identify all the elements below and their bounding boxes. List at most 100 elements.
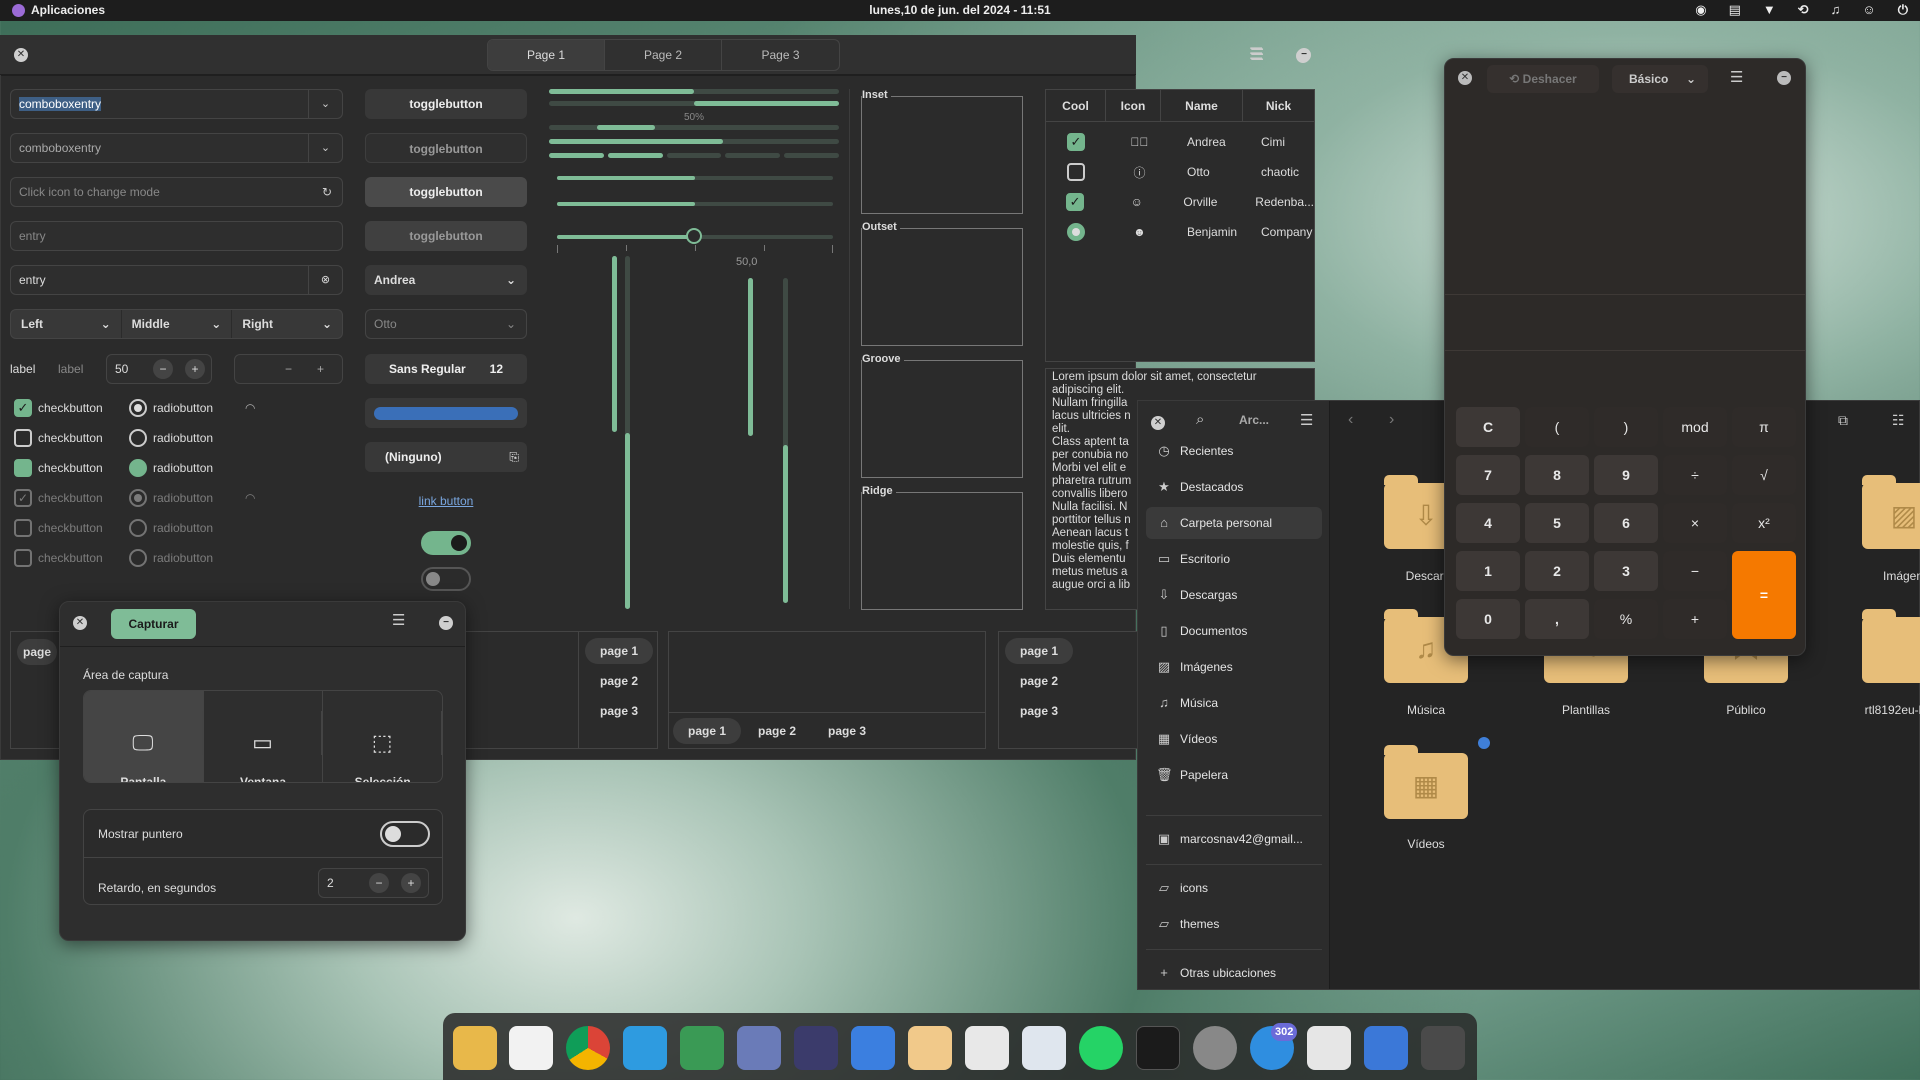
column-icon[interactable]: Icon xyxy=(1106,90,1161,121)
calculator-dock-icon[interactable] xyxy=(1421,1026,1465,1070)
key-open-paren[interactable]: ( xyxy=(1525,407,1589,447)
tab-page-1[interactable]: page 1 xyxy=(673,718,741,744)
key-subtract[interactable]: − xyxy=(1663,551,1727,591)
key-equals[interactable]: = xyxy=(1732,551,1796,639)
align-left-button[interactable]: Left ⌄ xyxy=(11,310,122,338)
notes-tray-icon[interactable]: ▤ xyxy=(1729,2,1741,18)
tab-page-2[interactable]: page 2 xyxy=(585,668,653,694)
mail-dock-icon[interactable] xyxy=(908,1026,952,1070)
file-chooser-button[interactable]: (Ninguno) ⎘ xyxy=(365,442,527,472)
align-middle-button[interactable]: Middle ⌄ xyxy=(122,310,233,338)
sidebar-item-videos[interactable]: ▦ Vídeos xyxy=(1146,723,1322,755)
key-7[interactable]: 7 xyxy=(1456,455,1520,495)
scale-2[interactable] xyxy=(557,202,833,206)
scale-1[interactable] xyxy=(557,176,833,180)
calc-entry[interactable] xyxy=(1445,295,1805,351)
capture-button[interactable]: Capturar xyxy=(111,609,196,639)
show-pointer-switch[interactable] xyxy=(380,821,430,847)
tab-page-3[interactable]: page 3 xyxy=(1005,698,1073,724)
font-button[interactable]: Sans Regular 12 xyxy=(365,354,527,384)
refresh-icon[interactable]: ↻ xyxy=(322,178,332,206)
menu-icon[interactable]: ☰ xyxy=(1249,44,1263,64)
sidebar-item-escritorio[interactable]: ▭ Escritorio xyxy=(1146,543,1322,575)
checkbutton-row-2[interactable]: checkbutton xyxy=(14,429,103,447)
link-button[interactable]: link button xyxy=(365,494,527,508)
view-toggle-icon[interactable]: ⧉ xyxy=(1838,412,1848,429)
mode-window-button[interactable]: ▭ Ventana xyxy=(204,691,324,782)
clear-icon[interactable]: ⊗ xyxy=(308,266,342,294)
tree-row[interactable]: ⓘ Otto chaotic xyxy=(1046,160,1314,184)
tab-page-3[interactable]: page 3 xyxy=(585,698,653,724)
tab-page-3[interactable]: page 3 xyxy=(813,718,881,744)
togglebutton-2[interactable]: togglebutton xyxy=(365,133,527,163)
color-button[interactable] xyxy=(365,398,527,428)
tree-row[interactable]: ✓ ☺ Orville Redenba... xyxy=(1046,190,1314,214)
sidebar-item-account[interactable]: ▣ marcosnav42@gmail... xyxy=(1146,823,1322,855)
power-icon[interactable]: ⏻ xyxy=(1898,2,1908,18)
sync-icon[interactable]: ⟲ xyxy=(1798,2,1809,18)
mode-selector[interactable]: Básico ⌄ xyxy=(1612,65,1708,93)
vscale-1[interactable] xyxy=(612,256,617,432)
clock[interactable]: lunes,10 de jun. del 2024 - 11:51 xyxy=(0,3,1920,17)
combobox-entry-1[interactable]: comboboxentry ⌄ xyxy=(10,89,343,119)
tab-page-2[interactable]: page 2 xyxy=(743,718,811,744)
sidebar-item-carpeta-personal[interactable]: ⌂ Carpeta personal xyxy=(1146,507,1322,539)
radiobutton-row-2[interactable]: radiobutton xyxy=(129,429,213,447)
tab-page-2[interactable]: page 2 xyxy=(1005,668,1073,694)
key-5[interactable]: 5 xyxy=(1525,503,1589,543)
sidebar-item-destacados[interactable]: ★ Destacados xyxy=(1146,471,1322,503)
minimize-icon[interactable]: − xyxy=(439,616,453,630)
whatsapp-dock-icon[interactable] xyxy=(1079,1026,1123,1070)
vscale-3[interactable] xyxy=(748,278,753,436)
sidebar-item-icons[interactable]: ▱ icons xyxy=(1146,872,1322,904)
close-icon[interactable]: ✕ xyxy=(14,48,28,62)
user-icon[interactable]: ☺ xyxy=(1862,2,1875,18)
increment-icon[interactable]: + xyxy=(317,355,324,383)
spin-button-empty[interactable]: − + xyxy=(234,354,343,384)
system-monitor-dock-icon[interactable] xyxy=(1307,1026,1351,1070)
calendar-dock-icon[interactable] xyxy=(965,1026,1009,1070)
column-cool[interactable]: Cool xyxy=(1046,90,1106,121)
radiobutton-row-1[interactable]: radiobutton ◠ xyxy=(129,399,256,417)
increment-icon[interactable]: + xyxy=(185,359,205,379)
menu-icon[interactable]: ☰ xyxy=(1730,68,1743,86)
menu-icon[interactable]: ☰ xyxy=(392,611,405,629)
tab-page-3[interactable]: Page 3 xyxy=(722,40,839,70)
store-dock-icon[interactable] xyxy=(509,1026,553,1070)
sidebar-item-recientes[interactable]: ◷ Recientes xyxy=(1146,435,1322,467)
combobox-entry-2[interactable]: comboboxentry ⌄ xyxy=(10,133,343,163)
spin-button[interactable]: 50 − + xyxy=(106,354,212,384)
spreadsheet-dock-icon[interactable] xyxy=(680,1026,724,1070)
radiobutton-row-3[interactable]: radiobutton xyxy=(129,459,213,477)
close-icon[interactable]: ✕ xyxy=(1151,416,1165,430)
settings-dock-icon[interactable] xyxy=(1193,1026,1237,1070)
list-view-icon[interactable]: ☷ xyxy=(1892,412,1905,429)
tab-page-1[interactable]: page 1 xyxy=(585,638,653,664)
chevron-down-icon[interactable]: ⌄ xyxy=(308,134,342,162)
archive-dock-icon[interactable] xyxy=(1364,1026,1408,1070)
key-8[interactable]: 8 xyxy=(1525,455,1589,495)
column-name[interactable]: Name xyxy=(1161,90,1243,121)
applications-menu[interactable]: Aplicaciones xyxy=(12,3,105,17)
sidebar-item-papelera[interactable]: 🗑 Papelera xyxy=(1146,759,1322,791)
wifi-icon[interactable]: ▼ xyxy=(1763,2,1776,18)
contacts-dock-icon[interactable] xyxy=(851,1026,895,1070)
delay-spin[interactable]: 2 − + xyxy=(318,868,429,898)
mode-entry[interactable]: Click icon to change mode ↻ xyxy=(10,177,343,207)
decrement-icon[interactable]: − xyxy=(153,359,173,379)
align-right-button[interactable]: Right ⌄ xyxy=(232,310,342,338)
togglebutton-3[interactable]: togglebutton xyxy=(365,177,527,207)
key-0[interactable]: 0 xyxy=(1456,599,1520,639)
sidebar-item-documentos[interactable]: ▯ Documentos xyxy=(1146,615,1322,647)
key-divide[interactable]: ÷ xyxy=(1663,455,1727,495)
tree-row[interactable]: ✓ ✓⃝ Andrea Cimi xyxy=(1046,130,1314,154)
tab-page-2[interactable]: Page 2 xyxy=(605,40,722,70)
checkbox[interactable] xyxy=(1067,163,1085,181)
key-multiply[interactable]: × xyxy=(1663,503,1727,543)
key-1[interactable]: 1 xyxy=(1456,551,1520,591)
key-close-paren[interactable]: ) xyxy=(1594,407,1658,447)
key-3[interactable]: 3 xyxy=(1594,551,1658,591)
checkbox-checked[interactable]: ✓ xyxy=(1067,133,1085,151)
combo-andrea[interactable]: Andrea ⌄ xyxy=(365,265,527,295)
radio-mixed[interactable] xyxy=(129,459,147,477)
